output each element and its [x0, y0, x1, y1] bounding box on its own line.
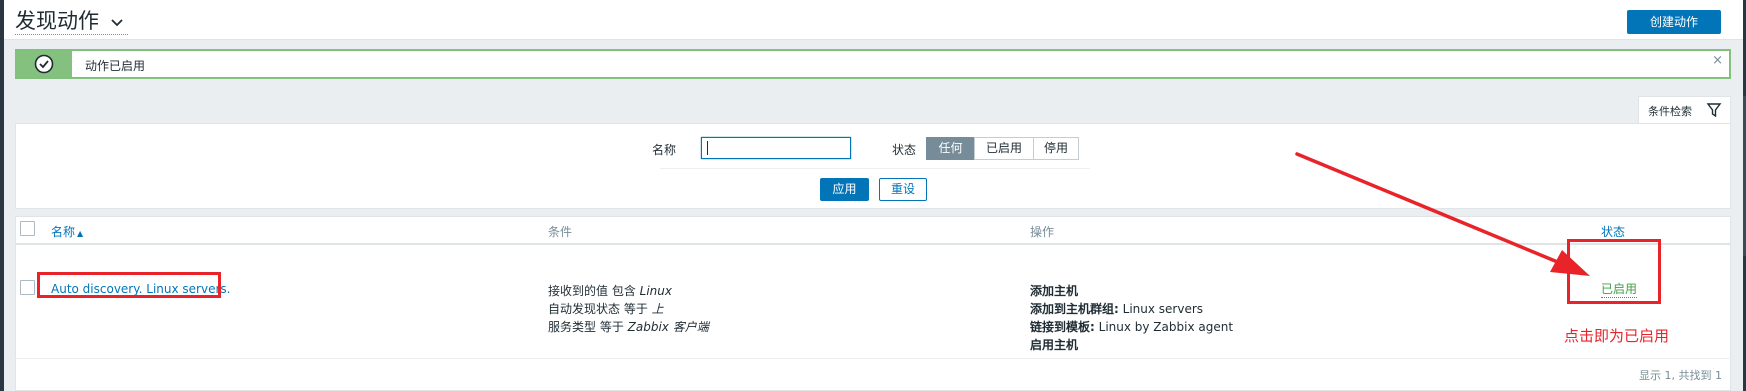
- condition-value: Linux: [639, 284, 672, 298]
- condition-value: 上: [651, 302, 664, 316]
- left-edge: [0, 0, 4, 391]
- column-operations-header: 操作: [1030, 225, 1055, 239]
- select-all-checkbox[interactable]: [20, 221, 35, 236]
- operation-line: 链接到模板: Linux by Zabbix agent: [1030, 318, 1233, 335]
- condition-line: 服务类型 等于 Zabbix 客户端: [548, 318, 709, 335]
- page-title-text: 发现动作: [15, 9, 99, 33]
- check-circle-icon: [34, 54, 54, 74]
- chevron-down-icon: [111, 19, 123, 27]
- filter-icon: [1706, 103, 1722, 118]
- column-name-header[interactable]: 名称 ▲: [51, 223, 83, 240]
- message-icon-area: [17, 51, 72, 77]
- filter-panel: [15, 123, 1731, 209]
- column-conditions-header: 条件: [548, 225, 573, 239]
- table-header: [15, 216, 1731, 245]
- operation-line: 添加主机: [1030, 282, 1078, 299]
- filter-name-input[interactable]: [701, 137, 851, 159]
- status-option-any[interactable]: 任何: [926, 137, 975, 160]
- condition-line: 自动发现状态 等于 上: [548, 300, 664, 317]
- annotation-text: 点击即为已启用: [1564, 327, 1670, 345]
- close-icon[interactable]: ×: [1712, 53, 1723, 68]
- condition-text: 服务类型 等于: [548, 320, 628, 334]
- operation-type: 添加主机: [1030, 284, 1079, 298]
- message-text: 动作已启用: [85, 59, 146, 73]
- operation-type: 链接到模板:: [1030, 320, 1095, 334]
- operation-detail: Linux servers: [1118, 302, 1204, 316]
- filter-status-label: 状态: [892, 143, 917, 157]
- create-action-button[interactable]: 创建动作: [1627, 10, 1721, 34]
- table-footer-count: 显示 1, 共找到 1: [1639, 369, 1722, 382]
- row-checkbox[interactable]: [20, 280, 35, 295]
- filter-tab[interactable]: 条件检索: [1638, 96, 1731, 124]
- apply-button[interactable]: 应用: [820, 178, 869, 201]
- row-divider: [15, 358, 1731, 359]
- page-header: 发现动作 创建动作: [4, 0, 1743, 40]
- condition-text: 自动发现状态 等于: [548, 302, 652, 316]
- operation-line: 启用主机: [1030, 336, 1078, 353]
- operation-detail: Linux by Zabbix agent: [1094, 320, 1234, 334]
- success-message: 动作已启用 ×: [15, 49, 1731, 79]
- operation-type: 启用主机: [1030, 338, 1079, 352]
- condition-text: 接收到的值 包含: [548, 284, 640, 298]
- column-status-header[interactable]: 状态: [1601, 223, 1625, 240]
- filter-name-label: 名称: [652, 143, 677, 157]
- text-caret: [707, 141, 708, 155]
- filter-tab-label: 条件检索: [1648, 105, 1692, 118]
- operation-type: 添加到主机群组:: [1030, 302, 1119, 316]
- sort-asc-icon: ▲: [77, 229, 84, 238]
- condition-line: 接收到的值 包含 Linux: [548, 282, 672, 299]
- filter-divider: [660, 168, 1090, 169]
- operation-line: 添加到主机群组: Linux servers: [1030, 300, 1203, 317]
- column-name-label: 名称: [51, 225, 76, 239]
- condition-value: Zabbix 客户端: [627, 320, 709, 334]
- highlight-box-name: [37, 272, 221, 298]
- reset-button[interactable]: 重设: [879, 178, 927, 201]
- status-option-disabled[interactable]: 停用: [1033, 137, 1079, 160]
- page-title[interactable]: 发现动作: [15, 8, 128, 35]
- highlight-box-status: [1567, 239, 1661, 304]
- status-option-enabled[interactable]: 已启用: [974, 137, 1034, 160]
